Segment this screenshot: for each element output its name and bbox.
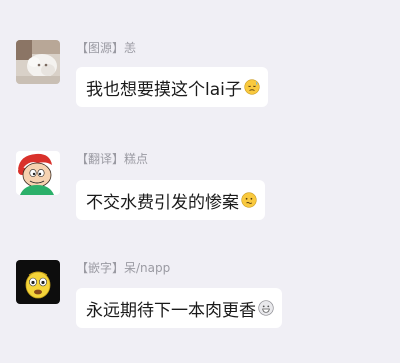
confused-face-icon <box>241 192 257 208</box>
message-text: 我也想要摸这个lai子 <box>86 79 242 100</box>
avatar[interactable] <box>16 260 60 304</box>
sweating-face-icon <box>244 79 260 95</box>
message-bubble[interactable]: 我也想要摸这个lai子 <box>76 67 268 107</box>
sender-name: 【嵌字】呆/napp <box>76 261 171 275</box>
message-bubble[interactable]: 永远期待下一本肉更香 <box>76 288 282 328</box>
avatar[interactable] <box>16 40 60 84</box>
cartoon-boy-avatar <box>16 151 60 195</box>
emoji-face-avatar <box>16 260 60 304</box>
message-text: 永远期待下一本肉更香 <box>86 300 256 321</box>
avatar[interactable] <box>16 151 60 195</box>
sender-name: 【图源】恙 <box>76 41 137 55</box>
grinning-face-icon <box>258 300 274 316</box>
cat-photo-avatar <box>16 40 60 84</box>
sender-name: 【翻译】糕点 <box>76 152 149 166</box>
chat-screen: 【图源】恙 我也想要摸这个lai子 【翻译】糕点 不交水费引发的惨案 【嵌字】呆… <box>0 0 400 363</box>
message-text: 不交水费引发的惨案 <box>86 192 239 213</box>
message-bubble[interactable]: 不交水费引发的惨案 <box>76 180 265 220</box>
